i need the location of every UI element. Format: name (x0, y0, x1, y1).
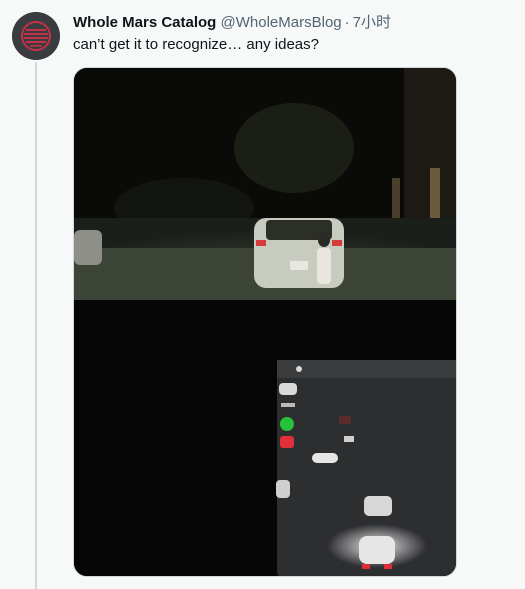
mars-logo-icon (12, 12, 60, 60)
tweet-photo[interactable] (73, 67, 457, 577)
night-street-photo (74, 68, 456, 576)
avatar[interactable] (12, 12, 60, 60)
author-handle[interactable]: @WholeMarsBlog (221, 14, 342, 31)
thread-line (35, 62, 37, 589)
author-name[interactable]: Whole Mars Catalog (73, 14, 216, 31)
timestamp[interactable]: 7小时 (353, 14, 391, 31)
tweet-text: can’t get it to recognize… any ideas? (73, 36, 319, 53)
separator-dot: · (344, 14, 350, 31)
tweet-header: Whole Mars Catalog @WholeMarsBlog · 7小时 (73, 13, 513, 33)
